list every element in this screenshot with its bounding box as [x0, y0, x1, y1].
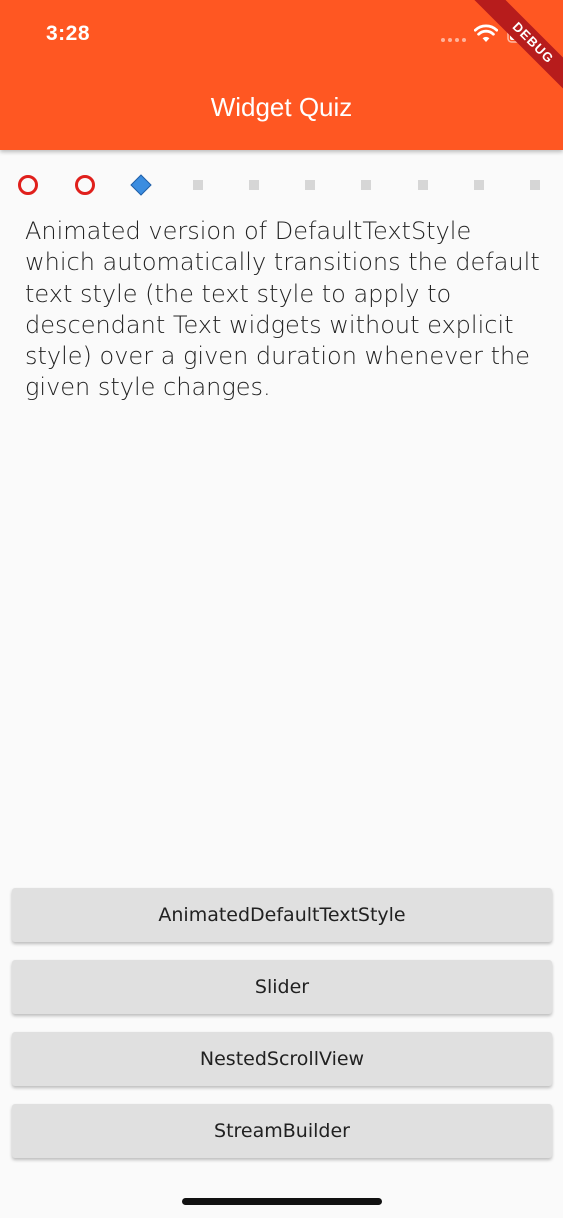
answer-button-1[interactable]: AnimatedDefaultTextStyle — [12, 888, 552, 942]
answer-button-4[interactable]: StreamBuilder — [12, 1104, 552, 1158]
wifi-icon — [474, 24, 498, 42]
pending-square-icon — [474, 180, 484, 190]
wrong-answer-circle-icon — [18, 175, 38, 195]
pending-square-icon — [530, 180, 540, 190]
status-time: 3:28 — [46, 22, 91, 45]
pending-square-icon — [193, 180, 203, 190]
answer-button-3[interactable]: NestedScrollView — [12, 1032, 552, 1086]
quiz-progress — [0, 172, 563, 200]
home-indicator[interactable] — [182, 1198, 382, 1205]
pending-square-icon — [305, 180, 315, 190]
debug-banner: DEBUG — [472, 0, 563, 104]
wrong-answer-circle-icon — [75, 175, 95, 195]
page-title: Widget Quiz — [210, 92, 353, 122]
current-question-diamond-icon — [130, 174, 152, 196]
pending-square-icon — [249, 180, 259, 190]
app-bar: 3:28 Widget Quiz DEBUG — [0, 0, 563, 150]
pending-square-icon — [361, 180, 371, 190]
cellular-signal-icon — [441, 38, 466, 42]
question-text: Animated version of DefaultTextStyle whi… — [25, 217, 540, 402]
answer-button-2[interactable]: Slider — [12, 960, 552, 1014]
pending-square-icon — [418, 180, 428, 190]
